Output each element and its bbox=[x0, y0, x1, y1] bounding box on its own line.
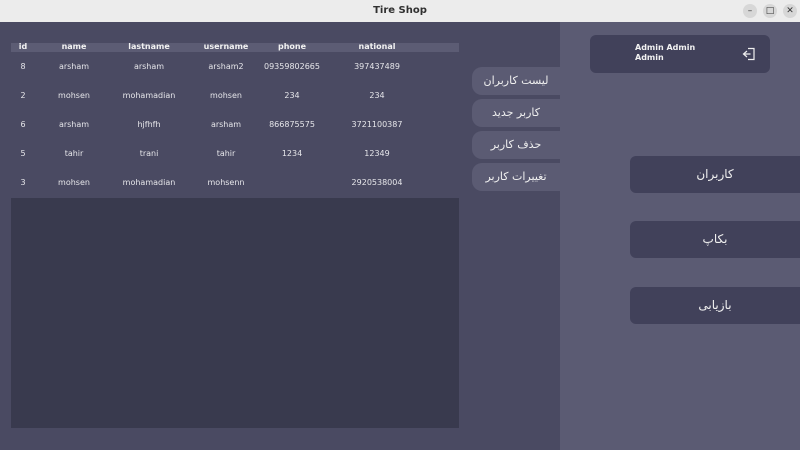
column-header-lastname[interactable]: lastname bbox=[107, 42, 191, 52]
cell-username: arsham2 bbox=[208, 62, 244, 71]
cell-id: 5 bbox=[20, 149, 26, 158]
cell-name: mohsen bbox=[58, 178, 90, 187]
cell-username: mohsenn bbox=[207, 178, 245, 187]
table-row[interactable]: 3 mohsen mohamadian mohsenn 2920538004 bbox=[11, 168, 459, 197]
cell-lastname: mohamadian bbox=[122, 91, 176, 100]
cell-id: 3 bbox=[20, 178, 26, 187]
cell-lastname: hjfhfh bbox=[137, 120, 161, 129]
cell-username: mohsen bbox=[210, 91, 242, 100]
cell-national: 397437489 bbox=[354, 62, 400, 71]
cell-lastname: trani bbox=[139, 149, 159, 158]
table-header: id name lastname username phone national bbox=[11, 42, 459, 52]
sidebar-item-backup[interactable]: بکاپ bbox=[630, 221, 800, 258]
user-card: Admin Admin Admin bbox=[590, 35, 770, 73]
cell-name: arsham bbox=[58, 62, 90, 71]
tab-user-list[interactable]: لیست کاربران bbox=[472, 67, 560, 95]
table-row[interactable]: 5 tahir trani tahir 1234 12349 bbox=[11, 139, 459, 168]
minimize-icon[interactable]: – bbox=[743, 4, 757, 18]
logout-icon[interactable] bbox=[742, 47, 756, 61]
maximize-icon[interactable]: □ bbox=[763, 4, 777, 18]
sidebar-item-restore[interactable]: بازیابی bbox=[630, 287, 800, 324]
cell-national: 12349 bbox=[364, 149, 390, 158]
user-name: Admin Admin bbox=[635, 43, 696, 52]
column-header-id[interactable]: id bbox=[11, 42, 35, 52]
tab-edit-user[interactable]: تغییرات کاربر bbox=[472, 163, 560, 191]
tab-new-user[interactable]: کاربر جدید bbox=[472, 99, 560, 127]
title-bar: Tire Shop – □ ✕ bbox=[0, 0, 800, 23]
cell-username: arsham bbox=[210, 120, 242, 129]
table-row[interactable]: 6 arsham hjfhfh arsham 866875575 3721100… bbox=[11, 110, 459, 139]
cell-username: tahir bbox=[216, 149, 236, 158]
close-icon[interactable]: ✕ bbox=[783, 4, 797, 18]
table-row[interactable]: 8 arsham arsham arsham2 09359802665 3974… bbox=[11, 52, 459, 81]
user-role: Admin bbox=[635, 53, 664, 62]
column-header-phone[interactable]: phone bbox=[261, 42, 323, 52]
table-row[interactable]: 2 mohsen mohamadian mohsen 234 234 bbox=[11, 81, 459, 110]
sidebar-item-users[interactable]: کاربران bbox=[630, 156, 800, 193]
column-header-name[interactable]: name bbox=[41, 42, 107, 52]
cell-id: 2 bbox=[20, 91, 26, 100]
column-header-national[interactable]: national bbox=[323, 42, 431, 52]
cell-id: 8 bbox=[20, 62, 26, 71]
cell-phone: 09359802665 bbox=[264, 62, 320, 71]
table-body: 8 arsham arsham arsham2 09359802665 3974… bbox=[11, 52, 459, 198]
cell-phone: 866875575 bbox=[269, 120, 315, 129]
users-table: id name lastname username phone national… bbox=[11, 42, 459, 428]
tab-delete-user[interactable]: حذف کاربر bbox=[472, 131, 560, 159]
cell-lastname: arsham bbox=[133, 62, 165, 71]
cell-national: 3721100387 bbox=[351, 120, 403, 129]
cell-phone: 234 bbox=[284, 91, 300, 100]
cell-lastname: mohamadian bbox=[122, 178, 176, 187]
cell-phone: 1234 bbox=[281, 149, 303, 158]
column-header-username[interactable]: username bbox=[191, 42, 261, 52]
window-title: Tire Shop bbox=[373, 5, 427, 16]
cell-name: mohsen bbox=[58, 91, 90, 100]
cell-id: 6 bbox=[20, 120, 26, 129]
cell-national: 2920538004 bbox=[351, 178, 403, 187]
cell-name: arsham bbox=[58, 120, 90, 129]
cell-name: tahir bbox=[64, 149, 84, 158]
cell-national: 234 bbox=[369, 91, 385, 100]
